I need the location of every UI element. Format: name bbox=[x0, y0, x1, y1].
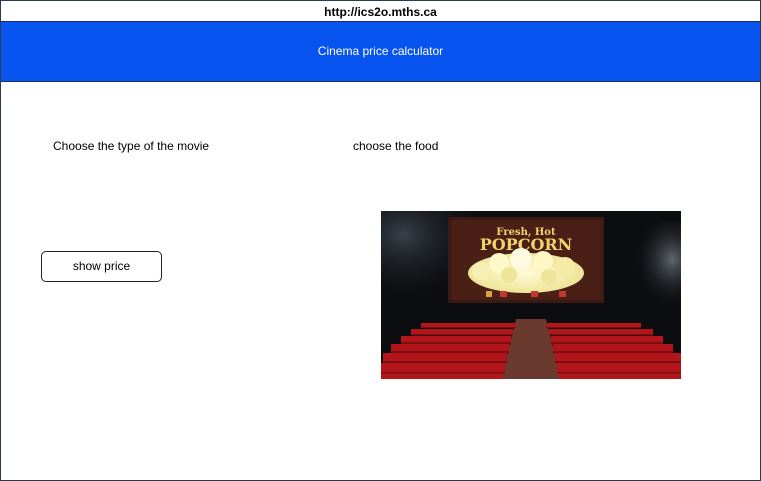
food-label: choose the food bbox=[353, 139, 439, 153]
app-header: Cinema price calculator bbox=[1, 21, 760, 82]
url-bar: http://ics2o.mths.ca bbox=[1, 1, 760, 21]
cinema-popcorn-image: Fresh, Hot POPCORN bbox=[381, 211, 681, 379]
show-price-button[interactable]: show price bbox=[41, 251, 162, 282]
cinema-illustration: Fresh, Hot POPCORN bbox=[381, 211, 681, 379]
movie-type-label: Choose the type of the movie bbox=[53, 139, 210, 153]
page-title: Cinema price calculator bbox=[317, 44, 444, 58]
url-text: http://ics2o.mths.ca bbox=[324, 5, 437, 19]
app-frame: http://ics2o.mths.ca Cinema price calcul… bbox=[0, 0, 761, 481]
